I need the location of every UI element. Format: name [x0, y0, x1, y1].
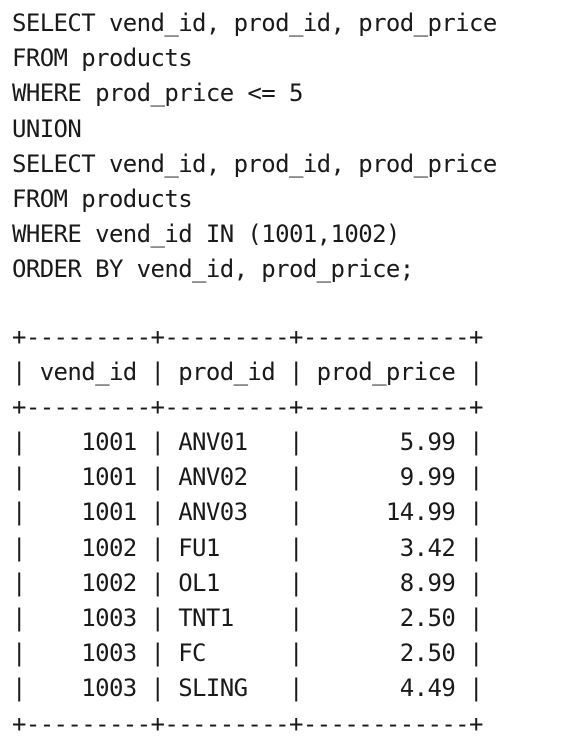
table-row: | 1001 | ANV01 | 5.99 |	[12, 428, 483, 457]
query-line: FROM products	[12, 44, 193, 73]
table-row: | 1003 | SLING | 4.49 |	[12, 674, 483, 703]
sql-query: SELECT vend_id, prod_id, prod_price FROM…	[12, 6, 497, 288]
query-line: UNION	[12, 114, 82, 143]
query-line: WHERE prod_price <= 5	[12, 79, 303, 108]
table-border-top: +---------+---------+------------+	[12, 322, 483, 351]
query-line: ORDER BY vend_id, prod_price;	[12, 255, 414, 284]
table-row: | 1003 | TNT1 | 2.50 |	[12, 604, 483, 632]
document-page: SELECT vend_id, prod_id, prod_price FROM…	[12, 6, 497, 742]
table-border-header: +---------+---------+------------+	[12, 392, 483, 421]
result-table: +---------+---------+------------+ | ven…	[12, 320, 497, 742]
table-row: | 1001 | ANV03 | 14.99 |	[12, 498, 483, 527]
table-row: | 1002 | OL1 | 8.99 |	[12, 568, 483, 597]
query-line: SELECT vend_id, prod_id, prod_price	[12, 9, 497, 37]
table-row: | 1002 | FU1 | 3.42 |	[12, 533, 483, 562]
query-line: SELECT vend_id, prod_id, prod_price	[12, 149, 497, 178]
table-border-bottom: +---------+---------+------------+	[12, 709, 483, 738]
query-line: WHERE vend_id IN (1001,1002)	[12, 220, 400, 249]
table-row: | 1003 | FC | 2.50 |	[12, 639, 483, 668]
table-header-row: | vend_id | prod_id | prod_price |	[12, 357, 483, 386]
table-row: | 1001 | ANV02 | 9.99 |	[12, 463, 483, 492]
query-line: FROM products	[12, 184, 193, 213]
